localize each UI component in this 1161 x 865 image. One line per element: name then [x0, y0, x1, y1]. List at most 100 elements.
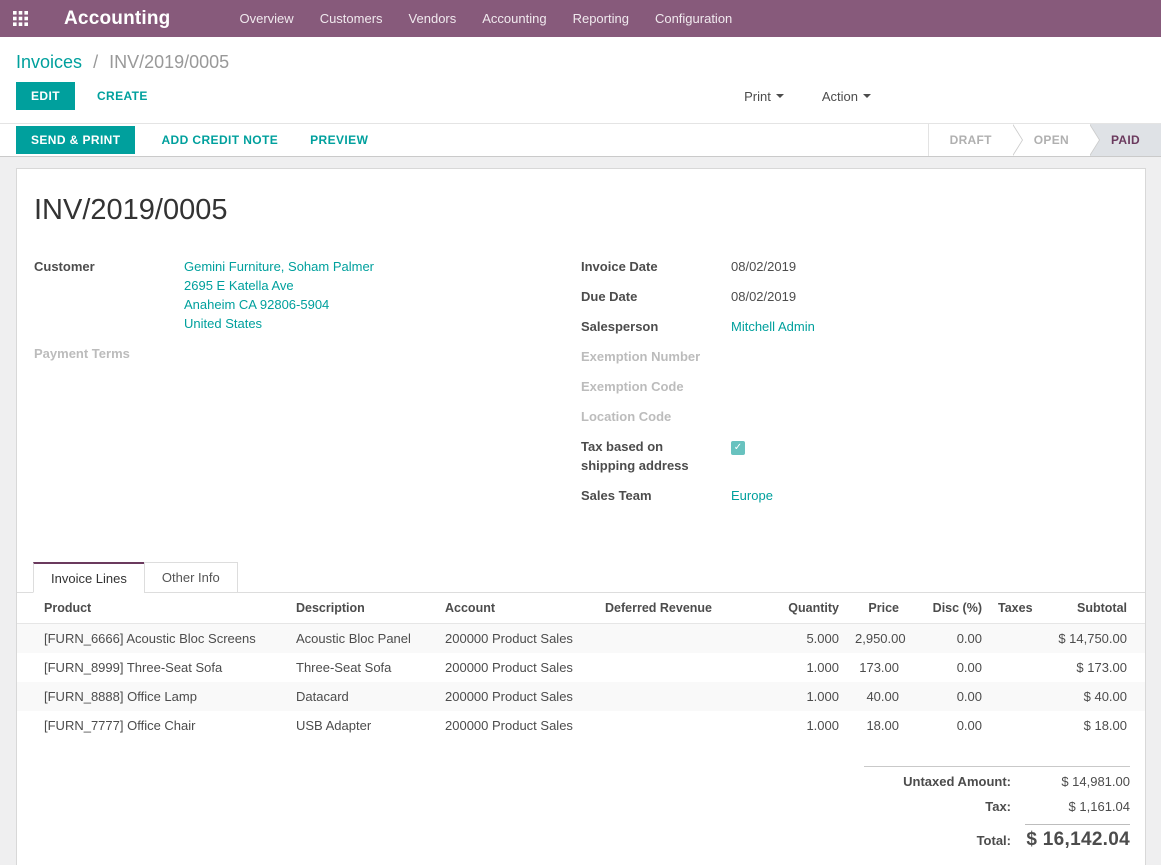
- untaxed-amount-row: Untaxed Amount: $ 14,981.00: [864, 766, 1130, 794]
- app-title[interactable]: Accounting: [64, 8, 171, 30]
- customer-address-line[interactable]: Anaheim CA 92806-5904: [184, 295, 581, 314]
- sales-team-link[interactable]: Europe: [731, 488, 773, 503]
- exemption-code-value: [731, 377, 1128, 396]
- column-header-deferred-revenue: Deferred Revenue: [597, 593, 737, 624]
- location-code-value: [731, 407, 1128, 426]
- cell-description: Acoustic Bloc Panel: [288, 624, 437, 654]
- cell-product: [FURN_8888] Office Lamp: [17, 682, 288, 711]
- field-groups: Customer Gemini Furniture, Soham Palmer2…: [34, 257, 1128, 516]
- cell-description: Three-Seat Sofa: [288, 653, 437, 682]
- cell-product: [FURN_7777] Office Chair: [17, 711, 288, 740]
- action-dropdown[interactable]: Action: [816, 88, 877, 105]
- tab-invoice-lines[interactable]: Invoice Lines: [33, 562, 145, 593]
- salesperson-link[interactable]: Mitchell Admin: [731, 319, 815, 334]
- cell-account: 200000 Product Sales: [437, 653, 597, 682]
- create-button[interactable]: CREATE: [91, 88, 154, 104]
- breadcrumb-invoices-link[interactable]: Invoices: [16, 52, 82, 72]
- total-row: Total: $ 16,142.04: [864, 819, 1130, 856]
- cell-price: 18.00: [847, 711, 907, 740]
- invoice-line-row[interactable]: [FURN_6666] Acoustic Bloc ScreensAcousti…: [17, 624, 1145, 654]
- location-code-field: Location Code: [581, 407, 1128, 426]
- invoice-date-value: 08/02/2019: [731, 257, 1128, 276]
- stage-paid: PAID: [1090, 124, 1161, 156]
- cell-disc: 0.00: [907, 624, 990, 654]
- customer-address-line[interactable]: 2695 E Katella Ave: [184, 276, 581, 295]
- cell-deferred-revenue: [597, 711, 737, 740]
- cell-subtotal: $ 40.00: [1050, 682, 1145, 711]
- left-field-group: Customer Gemini Furniture, Soham Palmer2…: [34, 257, 581, 516]
- tax-shipping-checkbox[interactable]: ✓: [731, 441, 745, 455]
- cell-disc: 0.00: [907, 711, 990, 740]
- cell-taxes: [990, 711, 1050, 740]
- cell-product: [FURN_8999] Three-Seat Sofa: [17, 653, 288, 682]
- invoice-sheet: INV/2019/0005 Customer Gemini Furniture,…: [16, 168, 1146, 865]
- cell-subtotal: $ 18.00: [1050, 711, 1145, 740]
- customer-field: Customer Gemini Furniture, Soham Palmer2…: [34, 257, 581, 333]
- add-credit-note-button[interactable]: ADD CREDIT NOTE: [155, 132, 284, 148]
- cell-price: 173.00: [847, 653, 907, 682]
- preview-button[interactable]: PREVIEW: [304, 132, 374, 148]
- customer-link[interactable]: Gemini Furniture, Soham Palmer: [184, 257, 581, 276]
- edit-button[interactable]: EDIT: [16, 82, 75, 110]
- nav-item-vendors[interactable]: Vendors: [396, 0, 470, 37]
- apps-grid-icon[interactable]: [0, 0, 40, 37]
- untaxed-amount-value: $ 14,981.00: [1025, 774, 1130, 789]
- customer-label: Customer: [34, 257, 184, 333]
- cell-deferred-revenue: [597, 624, 737, 654]
- invoice-date-field: Invoice Date 08/02/2019: [581, 257, 1128, 276]
- send-print-button[interactable]: SEND & PRINT: [16, 126, 135, 154]
- due-date-value: 08/02/2019: [731, 287, 1128, 306]
- notebook: Invoice LinesOther Info ProductDescripti…: [17, 562, 1145, 740]
- cell-account: 200000 Product Sales: [437, 624, 597, 654]
- cell-subtotal: $ 173.00: [1050, 653, 1145, 682]
- invoice-number-title: INV/2019/0005: [34, 194, 1128, 227]
- exemption-number-field: Exemption Number: [581, 347, 1128, 366]
- right-field-group: Invoice Date 08/02/2019 Due Date 08/02/2…: [581, 257, 1128, 516]
- cell-description: USB Adapter: [288, 711, 437, 740]
- status-stages: DRAFTOPENPAID: [928, 124, 1161, 156]
- top-navbar: Accounting OverviewCustomersVendorsAccou…: [0, 0, 1161, 37]
- nav-item-configuration[interactable]: Configuration: [642, 0, 745, 37]
- print-dropdown[interactable]: Print: [738, 88, 790, 105]
- cell-quantity: 5.000: [737, 624, 847, 654]
- invoice-line-row[interactable]: [FURN_7777] Office ChairUSB Adapter20000…: [17, 711, 1145, 740]
- column-header-product: Product: [17, 593, 288, 624]
- tab-strip: Invoice LinesOther Info: [17, 562, 1145, 593]
- due-date-field: Due Date 08/02/2019: [581, 287, 1128, 306]
- breadcrumb-separator: /: [93, 52, 98, 72]
- column-header-price: Price: [847, 593, 907, 624]
- tax-label: Tax:: [864, 799, 1025, 814]
- cell-product: [FURN_6666] Acoustic Bloc Screens: [17, 624, 288, 654]
- untaxed-amount-label: Untaxed Amount:: [864, 774, 1025, 789]
- cell-price: 40.00: [847, 682, 907, 711]
- location-code-label: Location Code: [581, 407, 731, 426]
- chevron-down-icon: [776, 94, 784, 98]
- action-dropdowns: Print Action: [712, 88, 877, 105]
- nav-item-overview[interactable]: Overview: [227, 0, 307, 37]
- payment-terms-label: Payment Terms: [34, 344, 184, 363]
- paid-row: i Paid on 08/02/2019 $ 16,142.04: [864, 860, 1130, 865]
- check-icon: ✓: [734, 442, 742, 453]
- cell-quantity: 1.000: [737, 682, 847, 711]
- cell-description: Datacard: [288, 682, 437, 711]
- nav-item-customers[interactable]: Customers: [307, 0, 396, 37]
- exemption-number-label: Exemption Number: [581, 347, 731, 366]
- customer-value: Gemini Furniture, Soham Palmer2695 E Kat…: [184, 257, 581, 333]
- form-view-background: INV/2019/0005 Customer Gemini Furniture,…: [0, 157, 1161, 865]
- cell-account: 200000 Product Sales: [437, 711, 597, 740]
- tax-value: $ 1,161.04: [1025, 799, 1130, 814]
- customer-address-line[interactable]: United States: [184, 314, 581, 333]
- nav-item-reporting[interactable]: Reporting: [560, 0, 642, 37]
- cell-account: 200000 Product Sales: [437, 682, 597, 711]
- tax-shipping-field: Tax based on shipping address ✓: [581, 437, 1128, 475]
- cell-deferred-revenue: [597, 682, 737, 711]
- tab-other-info[interactable]: Other Info: [144, 562, 238, 593]
- payment-terms-field: Payment Terms: [34, 344, 581, 363]
- column-header-subtotal: Subtotal: [1050, 593, 1145, 624]
- nav-item-accounting[interactable]: Accounting: [469, 0, 559, 37]
- cell-quantity: 1.000: [737, 653, 847, 682]
- stage-draft: DRAFT: [929, 124, 1013, 156]
- action-dropdown-label: Action: [822, 89, 858, 104]
- invoice-line-row[interactable]: [FURN_8888] Office LampDatacard200000 Pr…: [17, 682, 1145, 711]
- invoice-line-row[interactable]: [FURN_8999] Three-Seat SofaThree-Seat So…: [17, 653, 1145, 682]
